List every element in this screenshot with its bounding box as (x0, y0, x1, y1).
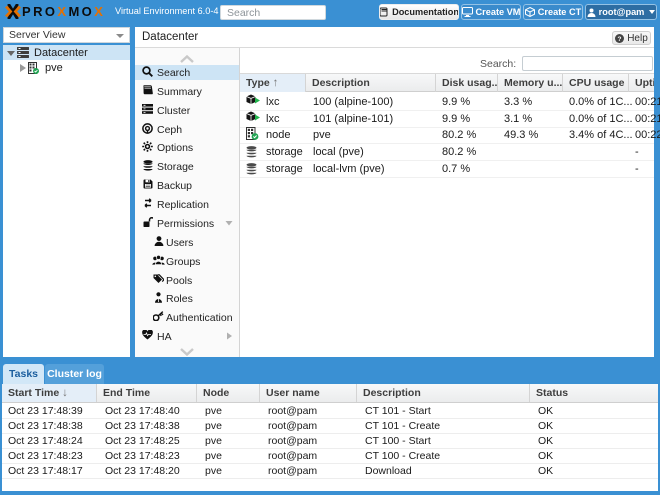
svg-text:?: ? (618, 35, 622, 42)
